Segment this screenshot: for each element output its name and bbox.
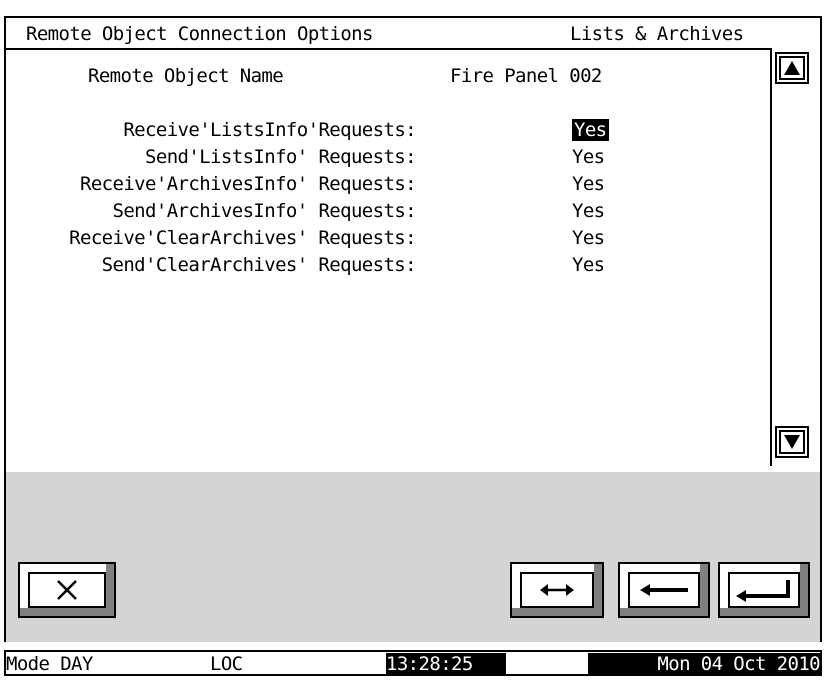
close-button[interactable] xyxy=(18,562,116,618)
clock-date: Mon 04 Oct 2010 xyxy=(588,653,821,675)
option-value[interactable]: Yes xyxy=(572,254,605,276)
enter-icon xyxy=(728,572,800,608)
left-arrow-icon xyxy=(628,572,700,608)
object-name-value: Fire Panel 002 xyxy=(450,65,602,87)
mode-indicator: Mode DAY xyxy=(6,653,93,675)
toggle-button[interactable] xyxy=(510,562,604,618)
option-label: Send'ClearArchives' Requests: xyxy=(101,254,417,276)
enter-button[interactable] xyxy=(718,562,810,618)
up-triangle-icon xyxy=(779,56,805,80)
down-triangle-icon xyxy=(779,430,805,454)
option-label: Send'ListsInfo' Requests: xyxy=(145,146,417,168)
section-title: Lists & Archives xyxy=(570,23,744,45)
option-label: Send'ArchivesInfo' Requests: xyxy=(112,200,417,222)
scroll-down-button[interactable] xyxy=(775,426,809,458)
option-label: Receive'ListsInfo'Requests: xyxy=(123,119,416,141)
page-title: Remote Object Connection Options xyxy=(26,23,373,45)
option-value[interactable]: Yes xyxy=(572,146,605,168)
scrollbar-divider xyxy=(770,48,772,466)
close-icon xyxy=(28,572,106,608)
loc-indicator: LOC xyxy=(210,653,243,675)
double-arrow-icon xyxy=(520,572,594,608)
option-value[interactable]: Yes xyxy=(572,227,605,249)
status-bar: Mode DAY LOC 13:28:25 Mon 04 Oct 2010 xyxy=(4,650,822,676)
option-value[interactable]: Yes xyxy=(572,200,605,222)
clock-time: 13:28:25 xyxy=(386,653,506,675)
title-divider xyxy=(4,48,770,50)
option-label: Receive'ClearArchives' Requests: xyxy=(69,227,416,249)
object-name-label: Remote Object Name xyxy=(88,65,284,87)
option-label: Receive'ArchivesInfo' Requests: xyxy=(79,173,417,195)
option-value[interactable]: Yes xyxy=(572,119,609,141)
scroll-up-button[interactable] xyxy=(775,52,809,84)
option-value-text: Yes xyxy=(572,119,609,141)
back-button[interactable] xyxy=(618,562,710,618)
option-value[interactable]: Yes xyxy=(572,173,605,195)
